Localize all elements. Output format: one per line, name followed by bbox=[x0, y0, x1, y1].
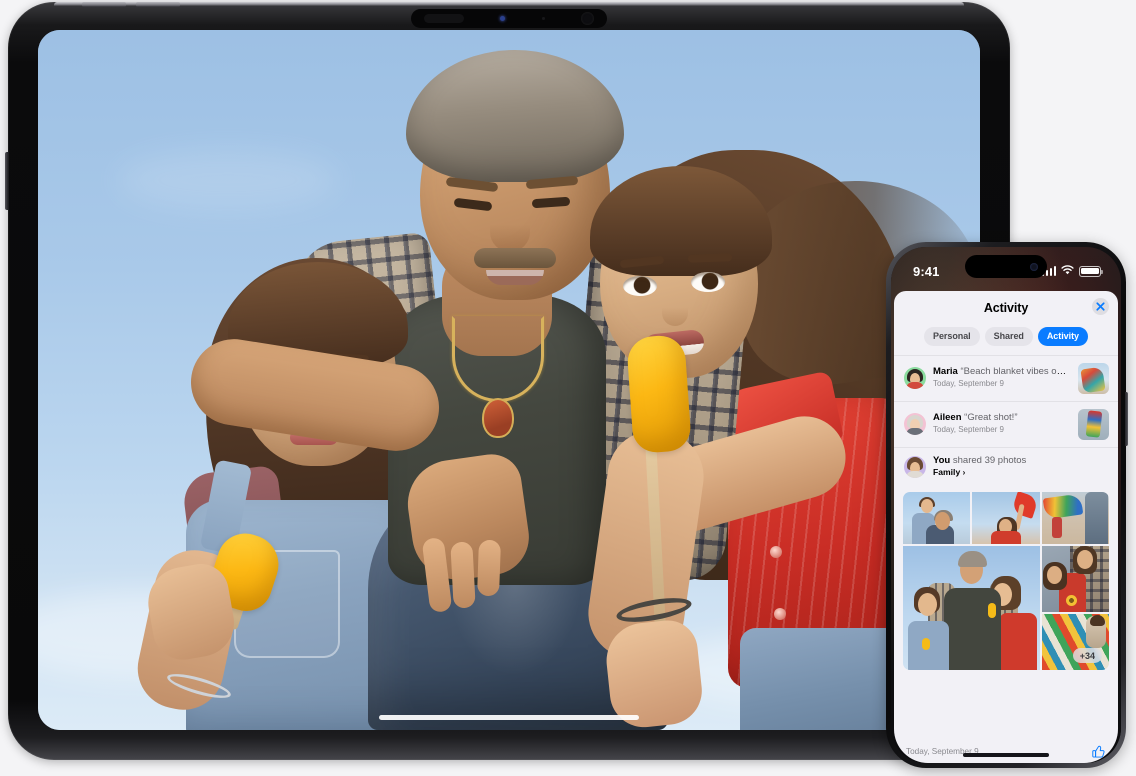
father-finger bbox=[450, 541, 476, 609]
activity-headline: You shared 39 photos bbox=[933, 455, 1109, 467]
shirt-button bbox=[774, 608, 786, 620]
chevron-right-icon: › bbox=[962, 468, 966, 478]
father-mouth bbox=[486, 270, 544, 285]
father-finger bbox=[477, 539, 501, 597]
front-camera-icon bbox=[1030, 262, 1038, 271]
iphone-home-indicator[interactable] bbox=[963, 753, 1049, 757]
list-item[interactable]: You shared 39 photos Family › bbox=[894, 446, 1118, 487]
activity-message: shared 39 photos bbox=[952, 454, 1027, 466]
dynamic-island bbox=[965, 255, 1047, 278]
older-daughter-hand bbox=[602, 617, 706, 730]
screenshot-canvas: 9:41 Activity Personal Shared Activity M… bbox=[0, 0, 1136, 776]
ipad-screen[interactable] bbox=[38, 30, 980, 730]
activity-thumbnail[interactable] bbox=[1078, 362, 1109, 394]
close-button[interactable] bbox=[1092, 298, 1109, 315]
list-item[interactable]: Aileen “Great shot!” Today, September 9 bbox=[894, 400, 1118, 447]
iphone-power-button[interactable] bbox=[1125, 392, 1128, 446]
sender-name: You bbox=[933, 454, 951, 466]
segmented-control[interactable]: Personal Shared Activity bbox=[894, 323, 1118, 355]
activity-headline: Aileen “Great shot!” bbox=[933, 412, 1071, 424]
avatar bbox=[904, 367, 926, 389]
status-bar-indicators bbox=[1041, 262, 1103, 280]
front-camera-icon bbox=[580, 12, 594, 25]
collage-photo-red-kite[interactable] bbox=[972, 492, 1040, 545]
collage-photo-family-portrait[interactable] bbox=[903, 546, 1040, 671]
speaker-icon bbox=[424, 14, 464, 23]
father-hair bbox=[406, 50, 624, 182]
activity-timestamp: Today, September 9 bbox=[933, 379, 1005, 389]
collage-photo-sunflower[interactable] bbox=[1041, 546, 1109, 613]
popsicle-right bbox=[626, 334, 692, 454]
ipad-device bbox=[5, 2, 1010, 760]
collage-photo-kites-on-sand[interactable] bbox=[1041, 492, 1109, 545]
tab-shared[interactable]: Shared bbox=[984, 327, 1033, 346]
ipad-camera-notch bbox=[411, 9, 607, 28]
collage-photo-piggyback[interactable] bbox=[903, 492, 971, 545]
older-daughter-eye-right bbox=[691, 272, 725, 292]
activity-headline: Maria “Beach blanket vibes only” bbox=[933, 366, 1071, 378]
status-bar-time: 9:41 bbox=[913, 263, 940, 279]
tab-personal[interactable]: Personal bbox=[924, 327, 980, 346]
page-title: Activity bbox=[983, 301, 1029, 315]
activity-text: Aileen “Great shot!” Today, September 9 bbox=[933, 412, 1071, 436]
photo-collage-container: +34 bbox=[894, 486, 1118, 737]
photo-collage: +34 bbox=[903, 492, 1109, 671]
photo-count-badge: +34 bbox=[1072, 648, 1102, 664]
sender-name: Maria bbox=[933, 366, 958, 378]
activity-text: You shared 39 photos Family › bbox=[933, 455, 1109, 480]
ipad-top-edge bbox=[54, 2, 964, 6]
close-icon bbox=[1096, 302, 1105, 311]
sheet-header: Activity bbox=[894, 291, 1118, 323]
list-item[interactable]: Maria “Beach blanket vibes only” Today, … bbox=[894, 354, 1118, 401]
ipad-top-button-1[interactable] bbox=[82, 2, 126, 7]
album-name: Family bbox=[933, 467, 961, 478]
activity-message: “Beach blanket vibes only” bbox=[960, 366, 1071, 378]
activity-timestamp: Today, September 9 bbox=[933, 425, 1005, 435]
necklace-pendant bbox=[482, 398, 514, 438]
camera-indicator-icon bbox=[500, 16, 506, 21]
father-mustache bbox=[474, 248, 556, 268]
family-beach-photo[interactable] bbox=[38, 30, 980, 730]
activity-sheet: Activity Personal Shared Activity Maria … bbox=[894, 291, 1118, 763]
older-daughter-nose bbox=[662, 292, 688, 326]
father-nose bbox=[490, 206, 530, 252]
sensor-icon bbox=[541, 17, 545, 20]
activity-thumbnail[interactable] bbox=[1078, 408, 1109, 440]
avatar bbox=[904, 413, 926, 435]
ipad-top-button-2[interactable] bbox=[136, 2, 180, 7]
iphone-screen[interactable]: 9:41 Activity Personal Shared Activity M… bbox=[891, 247, 1121, 763]
avatar bbox=[904, 455, 926, 478]
activity-list: Maria “Beach blanket vibes only” Today, … bbox=[894, 354, 1118, 487]
iphone-device: 9:41 Activity Personal Shared Activity M… bbox=[886, 242, 1128, 768]
wifi-icon bbox=[1061, 262, 1074, 280]
activity-text: Maria “Beach blanket vibes only” Today, … bbox=[933, 366, 1071, 390]
album-link[interactable]: Family › bbox=[933, 467, 1109, 479]
ipad-home-indicator[interactable] bbox=[379, 715, 639, 720]
older-daughter-eyebrow-right bbox=[687, 253, 733, 263]
activity-message: “Great shot!” bbox=[964, 412, 1018, 424]
ipad-volume-button[interactable] bbox=[5, 152, 9, 210]
sheet-footer: Today, September 9 bbox=[894, 737, 1118, 763]
battery-icon bbox=[1079, 265, 1103, 277]
shirt-button bbox=[770, 546, 782, 558]
older-daughter-eye-left bbox=[623, 276, 657, 296]
collage-photo-beach-blanket[interactable]: +34 bbox=[1041, 614, 1109, 671]
sender-name: Aileen bbox=[933, 412, 962, 424]
tab-activity[interactable]: Activity bbox=[1037, 327, 1088, 346]
